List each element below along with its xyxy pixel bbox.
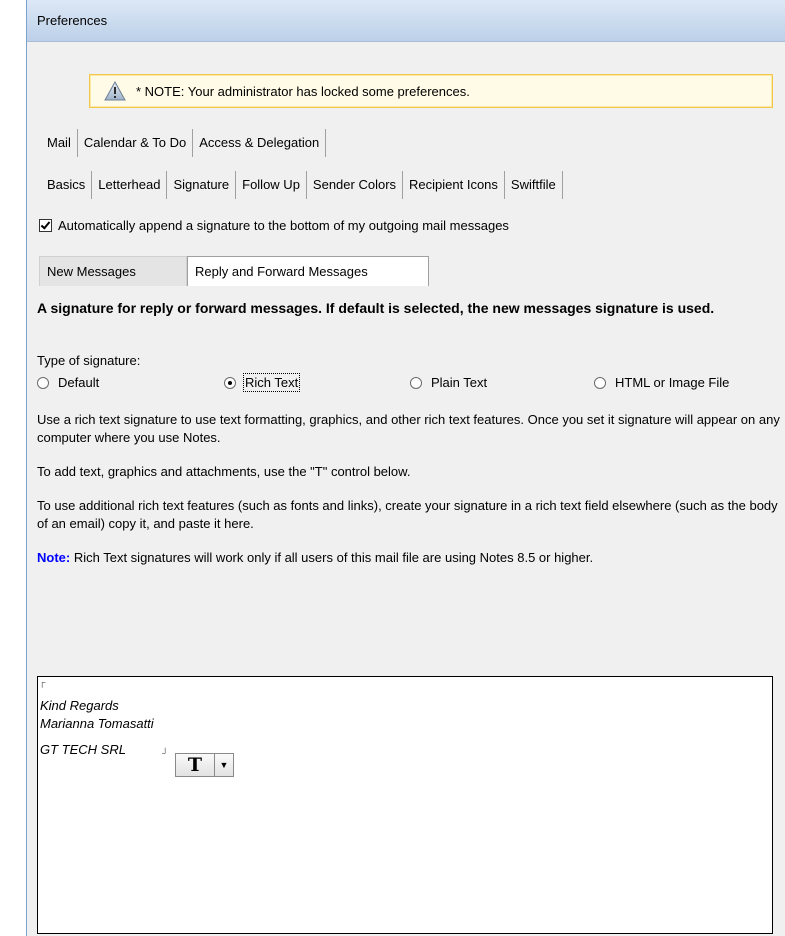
tab-new-messages[interactable]: New Messages	[39, 256, 187, 286]
version-note: Note: Rich Text signatures will work onl…	[37, 549, 785, 567]
signature-line-1: Kind Regards	[40, 698, 119, 713]
admin-lock-notice: * NOTE: Your administrator has locked so…	[89, 74, 773, 108]
auto-append-checkbox[interactable]	[39, 219, 52, 232]
t-control-instruction: To add text, graphics and attachments, u…	[37, 464, 411, 479]
radio-html-image-file[interactable]: HTML or Image File	[594, 375, 729, 390]
t-control[interactable]: T ▼	[175, 753, 234, 777]
preferences-content: * NOTE: Your administrator has locked so…	[27, 42, 785, 936]
type-of-signature-label: Type of signature:	[37, 353, 141, 368]
notice-text: * NOTE: Your administrator has locked so…	[136, 84, 470, 99]
signature-tabs: New Messages Reply and Forward Messages	[39, 256, 429, 286]
auto-append-label: Automatically append a signature to the …	[58, 218, 509, 233]
main-tabs: Mail Calendar & To Do Access & Delegatio…	[41, 129, 327, 157]
rich-text-features-instruction: To use additional rich text features (su…	[37, 498, 778, 531]
rich-text-description: Use a rich text signature to use text fo…	[37, 412, 780, 445]
radio-rich-text-label: Rich Text	[242, 373, 301, 392]
warning-icon	[104, 81, 126, 101]
signature-heading: A signature for reply or forward message…	[37, 300, 715, 316]
radio-default-label: Default	[58, 375, 100, 390]
radio-rich-text-circle[interactable]	[224, 376, 236, 389]
signature-type-radios: Default Rich Text Plain Text HTML or Ima…	[37, 373, 777, 395]
t-control-button[interactable]: T	[176, 754, 215, 776]
signature-rich-text-field[interactable]: ┌ Kind Regards Marianna Tomasatti GT TEC…	[37, 676, 773, 934]
tab-reply-forward-messages[interactable]: Reply and Forward Messages	[187, 256, 429, 286]
field-end-marker: ┘	[162, 748, 169, 758]
signature-line-3: GT TECH SRL	[40, 742, 126, 757]
signature-line-2: Marianna Tomasatti	[40, 716, 154, 731]
title-bar: Preferences	[27, 0, 785, 42]
tab-basics[interactable]: Basics	[41, 171, 93, 199]
radio-default-circle[interactable]	[37, 376, 49, 389]
radio-default[interactable]: Default	[37, 375, 99, 390]
version-note-text: Rich Text signatures will work only if a…	[73, 550, 594, 565]
chevron-down-icon[interactable]: ▼	[215, 754, 233, 776]
tab-recipient-icons[interactable]: Recipient Icons	[403, 171, 505, 199]
tab-mail[interactable]: Mail	[41, 129, 78, 157]
tab-calendar-todo[interactable]: Calendar & To Do	[78, 129, 194, 157]
radio-plain-text[interactable]: Plain Text	[410, 375, 487, 390]
radio-plain-text-label: Plain Text	[431, 375, 488, 390]
tab-letterhead[interactable]: Letterhead	[92, 171, 168, 199]
radio-rich-text[interactable]: Rich Text	[224, 373, 301, 392]
radio-html-image-file-circle[interactable]	[594, 376, 606, 389]
field-start-marker: ┌	[39, 677, 46, 687]
tab-access-delegation[interactable]: Access & Delegation	[193, 129, 327, 157]
radio-plain-text-circle[interactable]	[410, 376, 422, 389]
version-note-label: Note:	[37, 550, 71, 565]
preferences-window: Preferences * NOTE: Your administrator h…	[26, 0, 785, 936]
radio-html-image-file-label: HTML or Image File	[615, 375, 730, 390]
tab-signature[interactable]: Signature	[167, 171, 237, 199]
mail-tabs: Basics Letterhead Signature Follow Up Se…	[41, 171, 563, 199]
auto-append-row: Automatically append a signature to the …	[39, 218, 509, 233]
window-title: Preferences	[37, 13, 108, 28]
tab-sender-colors[interactable]: Sender Colors	[307, 171, 404, 199]
tab-follow-up[interactable]: Follow Up	[236, 171, 307, 199]
tab-swiftfile[interactable]: Swiftfile	[505, 171, 563, 199]
